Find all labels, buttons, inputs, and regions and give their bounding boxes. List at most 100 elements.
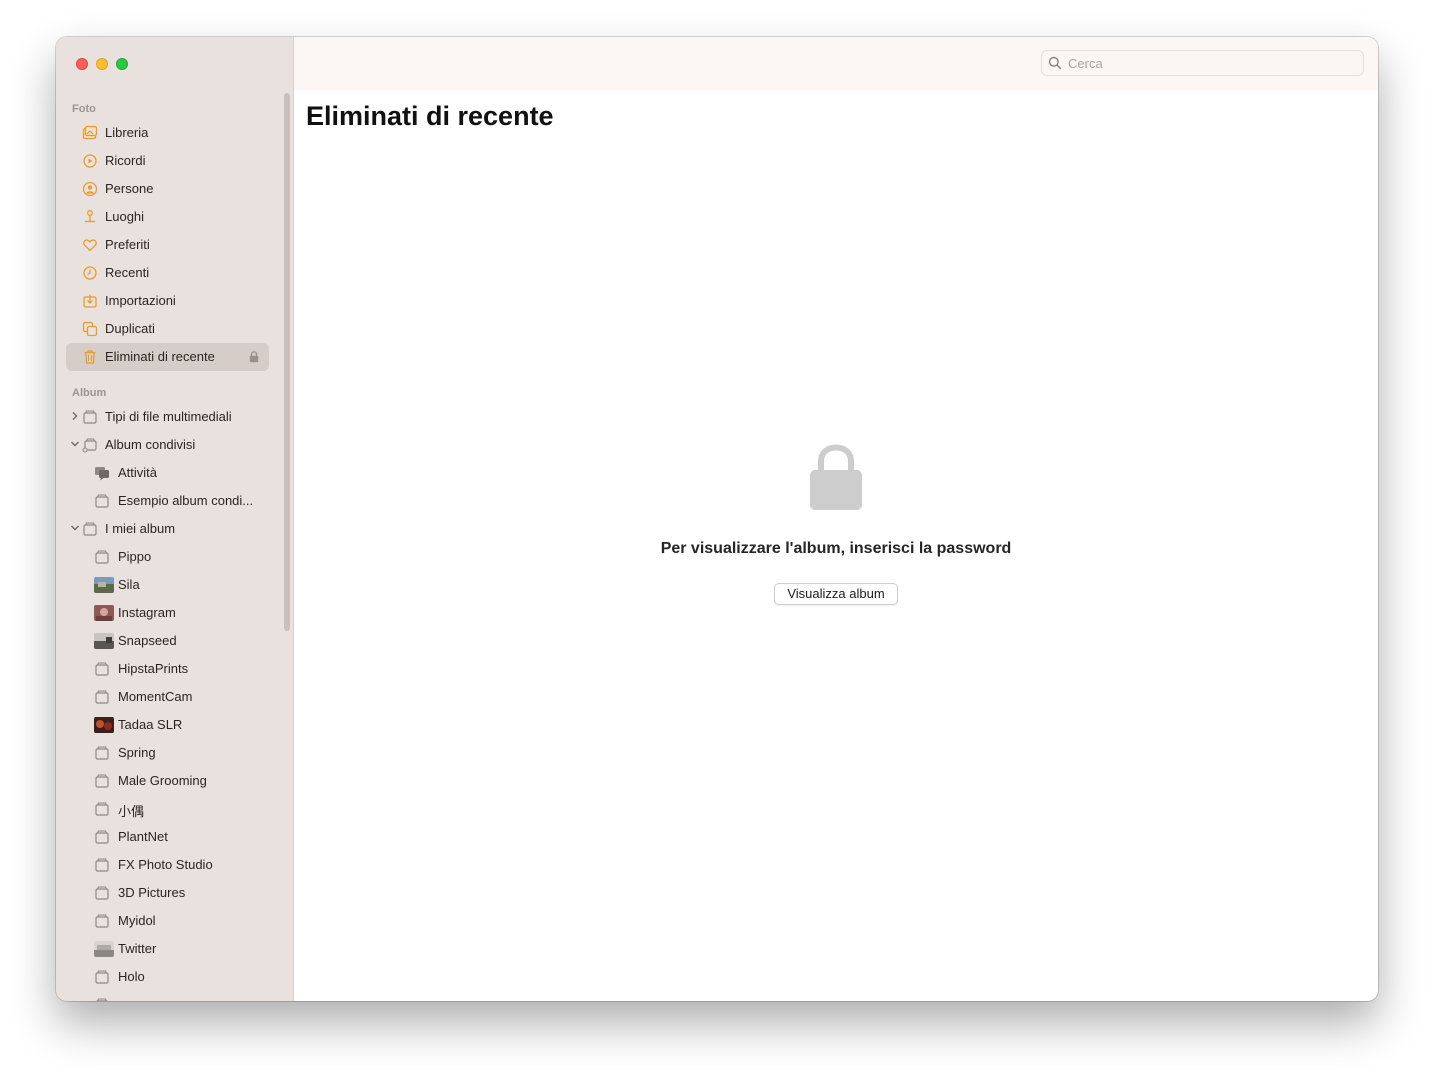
sidebar-item-label: Persone — [105, 181, 154, 196]
sidebar-item-label: Tadaa SLR — [118, 717, 183, 732]
sidebar-item-label: Luoghi — [105, 209, 145, 224]
sidebar-item-attivita[interactable]: Attività — [66, 459, 269, 487]
sidebar-item-tipi-di-file-multimediali[interactable]: Tipi di file multimediali — [66, 403, 269, 431]
sidebar-item-plantnet[interactable]: PlantNet — [66, 823, 269, 851]
sidebar-item-spring[interactable]: Spring — [66, 739, 269, 767]
minimize-window-button[interactable] — [96, 58, 108, 70]
sidebar-item-recenti[interactable]: Recenti — [66, 259, 269, 287]
sidebar-item-label: Holo — [118, 969, 145, 984]
sidebar-item-label: Instagram — [118, 605, 176, 620]
library-icon — [82, 125, 98, 140]
sidebar-item-label: 小偶 — [118, 804, 145, 819]
sidebar-item-label: Spring — [118, 745, 156, 760]
sidebar-item-xiaoou[interactable]: 小偶 — [66, 795, 269, 823]
sidebar-item-label: 3D Pictures — [118, 885, 186, 900]
sidebar-item-label: Sila — [118, 577, 140, 592]
zoom-window-button[interactable] — [116, 58, 128, 70]
sidebar-item-label: Attività — [118, 465, 158, 480]
sidebar-item-label: Importazioni — [105, 293, 176, 308]
trash-icon — [84, 350, 96, 364]
sidebar-item-label: Esempio album condi... — [118, 493, 254, 508]
lock-icon — [810, 444, 862, 510]
import-icon — [83, 294, 97, 308]
sidebar-item-instagram[interactable]: Instagram — [66, 599, 269, 627]
sidebar: Foto Libreria Ricordi Persone Luoghi Pre… — [56, 37, 294, 1001]
section-label-foto: Foto — [72, 103, 96, 115]
sidebar-item-label: Preferiti — [105, 237, 150, 252]
album-icon — [95, 802, 109, 816]
sidebar-item-snapseed[interactable]: Snapseed — [66, 627, 269, 655]
search-placeholder: Cerca — [1068, 56, 1103, 71]
album-icon — [95, 550, 109, 564]
sidebar-item-fx-photo-studio[interactable]: FX Photo Studio — [66, 851, 269, 879]
album-thumbnail — [94, 633, 114, 649]
sidebar-item-cut-off[interactable] — [66, 991, 269, 1001]
sidebar-item-eliminati-di-recente[interactable]: Eliminati di recente — [66, 343, 269, 371]
album-icon — [95, 858, 109, 872]
duplicates-icon — [82, 321, 98, 337]
album-thumbnail — [94, 577, 114, 593]
sidebar-item-label: Recenti — [105, 265, 150, 280]
sidebar-item-duplicati[interactable]: Duplicati — [66, 315, 269, 343]
sidebar-item-momentcam[interactable]: MomentCam — [66, 683, 269, 711]
main-content: Cerca Eliminati di recente Per visualizz… — [294, 37, 1378, 1001]
sidebar-item-persone[interactable]: Persone — [66, 175, 269, 203]
sidebar-item-sila[interactable]: Sila — [66, 571, 269, 599]
folder-icon — [83, 410, 97, 424]
toolbar: Cerca — [294, 37, 1378, 90]
album-icon — [95, 746, 109, 760]
sidebar-item-esempio-album-condiviso[interactable]: Esempio album condi... — [66, 487, 269, 515]
people-icon — [82, 181, 98, 197]
album-thumbnail — [94, 605, 114, 621]
album-icon — [95, 970, 109, 984]
lock-icon — [249, 351, 259, 363]
sidebar-item-label: Tipi di file multimediali — [105, 409, 232, 424]
chevron-right-icon[interactable] — [69, 410, 81, 422]
sidebar-item-male-grooming[interactable]: Male Grooming — [66, 767, 269, 795]
search-field[interactable]: Cerca — [1041, 50, 1364, 76]
sidebar-item-label: I miei album — [105, 521, 176, 536]
sidebar-item-label: Pippo — [118, 549, 152, 564]
sidebar-item-hipstaprints[interactable]: HipstaPrints — [66, 655, 269, 683]
chevron-down-icon[interactable] — [69, 438, 81, 450]
sidebar-item-holo[interactable]: Holo — [66, 963, 269, 991]
sidebar-item-preferiti[interactable]: Preferiti — [66, 231, 269, 259]
photos-window: Foto Libreria Ricordi Persone Luoghi Pre… — [56, 37, 1378, 1001]
activity-icon — [95, 467, 109, 481]
sidebar-item-importazioni[interactable]: Importazioni — [66, 287, 269, 315]
album-icon — [95, 830, 109, 844]
search-icon — [1048, 56, 1062, 70]
places-icon — [85, 210, 95, 223]
sidebar-item-label: FX Photo Studio — [118, 857, 213, 872]
sidebar-item-tadaa-slr[interactable]: Tadaa SLR — [66, 711, 269, 739]
sidebar-item-i-miei-album[interactable]: I miei album — [66, 515, 269, 543]
album-thumbnail — [94, 717, 114, 733]
album-icon — [96, 998, 108, 1001]
heart-icon — [83, 239, 97, 252]
view-album-button[interactable]: Visualizza album — [774, 583, 898, 605]
sidebar-item-label: MomentCam — [118, 689, 193, 704]
album-icon — [95, 662, 109, 676]
shared-folder-icon — [82, 438, 97, 453]
sidebar-item-luoghi[interactable]: Luoghi — [66, 203, 269, 231]
close-window-button[interactable] — [76, 58, 88, 70]
sidebar-item-twitter[interactable]: Twitter — [66, 935, 269, 963]
chevron-down-icon[interactable] — [69, 522, 81, 534]
sidebar-item-libreria[interactable]: Libreria — [66, 119, 269, 147]
album-icon — [95, 494, 109, 508]
album-icon — [95, 886, 109, 900]
sidebar-item-pippo[interactable]: Pippo — [66, 543, 269, 571]
sidebar-item-ricordi[interactable]: Ricordi — [66, 147, 269, 175]
section-label-album: Album — [72, 387, 107, 399]
sidebar-item-3d-pictures[interactable]: 3D Pictures — [66, 879, 269, 907]
sidebar-item-label: Myidol — [118, 913, 156, 928]
page-title: Eliminati di recente — [306, 101, 554, 131]
sidebar-scrollbar[interactable] — [284, 93, 290, 631]
clock-icon — [83, 266, 97, 280]
sidebar-item-album-condivisi[interactable]: Album condivisi — [66, 431, 269, 459]
sidebar-item-myidol[interactable]: Myidol — [66, 907, 269, 935]
sidebar-item-label: Album condivisi — [105, 437, 196, 452]
sidebar-item-label: PlantNet — [118, 829, 168, 844]
password-prompt-message: Per visualizzare l'album, inserisci la p… — [660, 540, 1012, 557]
album-icon — [95, 690, 109, 704]
